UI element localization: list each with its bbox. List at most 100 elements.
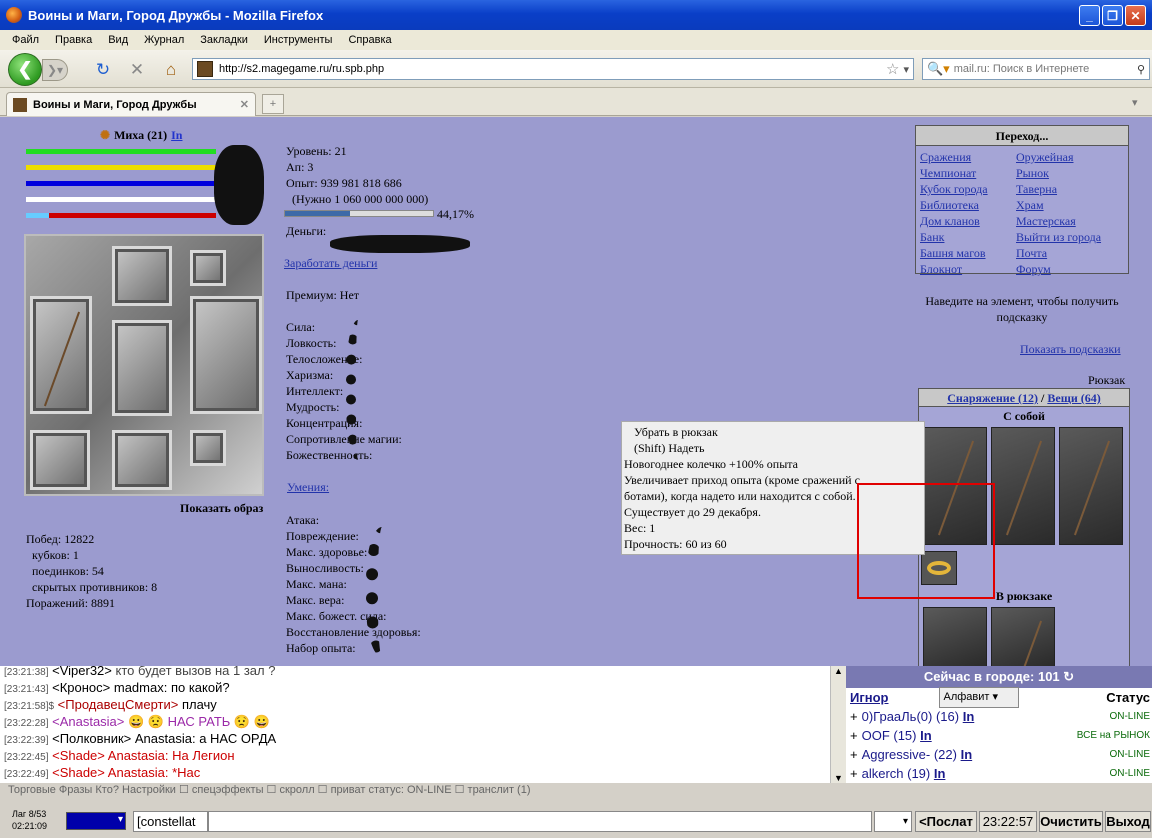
session-time: 02:21:09 [12, 821, 48, 831]
player-info-link[interactable]: In [171, 128, 182, 143]
menu-help[interactable]: Справка [348, 34, 391, 46]
character-image[interactable] [24, 234, 264, 496]
scribble-redaction [214, 145, 264, 225]
duels: поединков: 54 [32, 564, 104, 578]
backpack-label: Рюкзак [1088, 373, 1126, 387]
slot-ring[interactable] [190, 430, 226, 466]
url-dropdown-icon[interactable]: ▾ [903, 63, 909, 76]
color-select[interactable]: ▾ [66, 812, 126, 830]
bookmark-star-icon[interactable]: ☆ [886, 60, 899, 78]
show-hints-link[interactable]: Показать подсказки [1020, 342, 1121, 357]
nav-bank[interactable]: Банк [920, 229, 1016, 245]
back-button[interactable]: ❮ [8, 53, 42, 86]
slot-weapon[interactable] [30, 296, 92, 414]
inventory-item-trident[interactable] [991, 607, 1055, 666]
slot-gloves[interactable] [30, 430, 90, 490]
send-button[interactable]: <Послат [915, 811, 977, 832]
url-bar[interactable]: http://s2.magegame.ru/ru.spb.php ☆ ▾ [192, 58, 914, 80]
health-bar [26, 149, 216, 154]
scroll-down-icon[interactable]: ▼ [831, 773, 846, 783]
stop-icon[interactable]: ✕ [126, 60, 148, 80]
menu-view[interactable]: Вид [108, 34, 128, 46]
search-engine-icon[interactable]: 🔍▾ [927, 61, 950, 77]
slot-amulet[interactable] [190, 250, 226, 286]
nav-forum[interactable]: Форум [1016, 261, 1126, 277]
nav-exit-city[interactable]: Выйти из города [1016, 229, 1126, 245]
inventory-separator: / [1041, 391, 1045, 405]
chat-scrollbar[interactable]: ▲ ▼ [830, 666, 846, 783]
tooltip-equip[interactable]: (Shift) Надеть [624, 440, 922, 456]
scroll-up-icon[interactable]: ▲ [831, 666, 846, 676]
menu-tools[interactable]: Инструменты [264, 34, 333, 46]
inventory-item-trident[interactable] [991, 427, 1055, 545]
chat-options-bar[interactable]: Торговые Фразы Кто? Настройки ☐ спецэффе… [8, 783, 828, 796]
nav-library[interactable]: Библиотека [920, 197, 1016, 213]
new-tab-button[interactable]: + [262, 94, 284, 114]
skills-link[interactable]: Умения: [287, 480, 329, 495]
online-row[interactable]: + Aggressive- (22) In ON-LINE [846, 745, 1152, 764]
chat-prefix-field[interactable]: [constellat [133, 811, 208, 832]
chat-input[interactable] [208, 811, 872, 832]
navigation-box: Переход... Сражения Оружейная Чемпионат … [915, 125, 1129, 277]
slot-body[interactable] [112, 320, 172, 416]
tab-active[interactable]: Воины и Маги, Город Дружбы ✕ [6, 92, 256, 116]
nav-city-cup[interactable]: Кубок города [920, 181, 1016, 197]
online-row[interactable]: + OOF (15) In ВСЕ на РЫНОК [846, 726, 1152, 745]
forward-button[interactable]: ❯▾ [42, 59, 68, 81]
nav-mage-tower[interactable]: Башня магов [920, 245, 1016, 261]
menu-file[interactable]: Файл [12, 34, 39, 46]
nav-workshop[interactable]: Мастерская [1016, 213, 1126, 229]
show-image-button[interactable]: Показать образ [180, 501, 263, 516]
tab-close-icon[interactable]: ✕ [240, 98, 249, 111]
nav-clan-house[interactable]: Дом кланов [920, 213, 1016, 229]
search-icon[interactable]: ⚲ [1137, 63, 1145, 76]
nav-market[interactable]: Рынок [1016, 165, 1126, 181]
hidden-opponents: скрытых противников: 8 [32, 580, 158, 594]
exp-progress-fill [285, 211, 351, 216]
scribble-redaction [366, 527, 406, 657]
online-row[interactable]: + alkerch (19) In ON-LINE [846, 764, 1152, 783]
earn-money-link[interactable]: Заработать деньги [284, 256, 377, 271]
nav-notebook[interactable]: Блокнот [920, 261, 1016, 277]
reload-icon[interactable]: ↻ [92, 60, 114, 80]
exit-button[interactable]: Выход [1105, 811, 1151, 832]
menu-history[interactable]: Журнал [144, 34, 184, 46]
slot-boots[interactable] [112, 430, 172, 490]
slot-shield[interactable] [190, 296, 262, 414]
inventory-item-sword[interactable] [923, 607, 987, 666]
online-count: Сейчас в городе: 101 [923, 669, 1060, 684]
menu-edit[interactable]: Правка [55, 34, 92, 46]
ignore-link[interactable]: Игнор [850, 688, 889, 707]
clear-button[interactable]: Очистить [1039, 811, 1103, 832]
home-icon[interactable]: ⌂ [160, 60, 182, 80]
maximize-button[interactable]: ❐ [1102, 5, 1123, 26]
online-row[interactable]: + 0)ГрааЛь(0) (16) In ON-LINE [846, 707, 1152, 726]
refresh-icon[interactable]: ↻ [1063, 669, 1074, 684]
stats-panel: Уровень: 21 Ап: 3 Опыт: 939 981 818 686 … [286, 143, 428, 207]
tooltip-unequip[interactable]: Убрать в рюкзак [624, 424, 922, 440]
level-text: Уровень: 21 [286, 144, 347, 158]
attr-divinity: Божественность: [286, 448, 373, 462]
nav-tavern[interactable]: Таверна [1016, 181, 1126, 197]
tab-favicon [13, 97, 27, 112]
attr-wisdom: Мудрость: [286, 400, 340, 414]
tab-list-icon[interactable]: ▾ [1132, 96, 1138, 109]
items-link[interactable]: Вещи (64) [1047, 391, 1100, 405]
nav-temple[interactable]: Храм [1016, 197, 1126, 213]
slot-head[interactable] [112, 246, 172, 306]
battle-record: Побед: 12822 кубков: 1 поединков: 54 скр… [26, 531, 157, 611]
close-button[interactable]: ✕ [1125, 5, 1146, 26]
nav-armory[interactable]: Оружейная [1016, 149, 1126, 165]
equipment-link[interactable]: Снаряжение (12) [947, 391, 1038, 405]
minimize-button[interactable]: _ [1079, 5, 1100, 26]
nav-mail[interactable]: Почта [1016, 245, 1126, 261]
sort-select[interactable]: Алфавит ▾ [938, 687, 1019, 708]
nav-battles[interactable]: Сражения [920, 149, 1016, 165]
exp-percent: 44,17% [437, 207, 474, 221]
private-select[interactable]: ▾ [874, 811, 912, 832]
inventory-item-trident[interactable] [1059, 427, 1123, 545]
nav-championship[interactable]: Чемпионат [920, 165, 1016, 181]
search-bar[interactable]: 🔍▾ mail.ru: Поиск в Интернете ⚲ [922, 58, 1150, 80]
attr-charisma: Харизма: [286, 368, 334, 382]
menu-bookmarks[interactable]: Закладки [200, 34, 248, 46]
